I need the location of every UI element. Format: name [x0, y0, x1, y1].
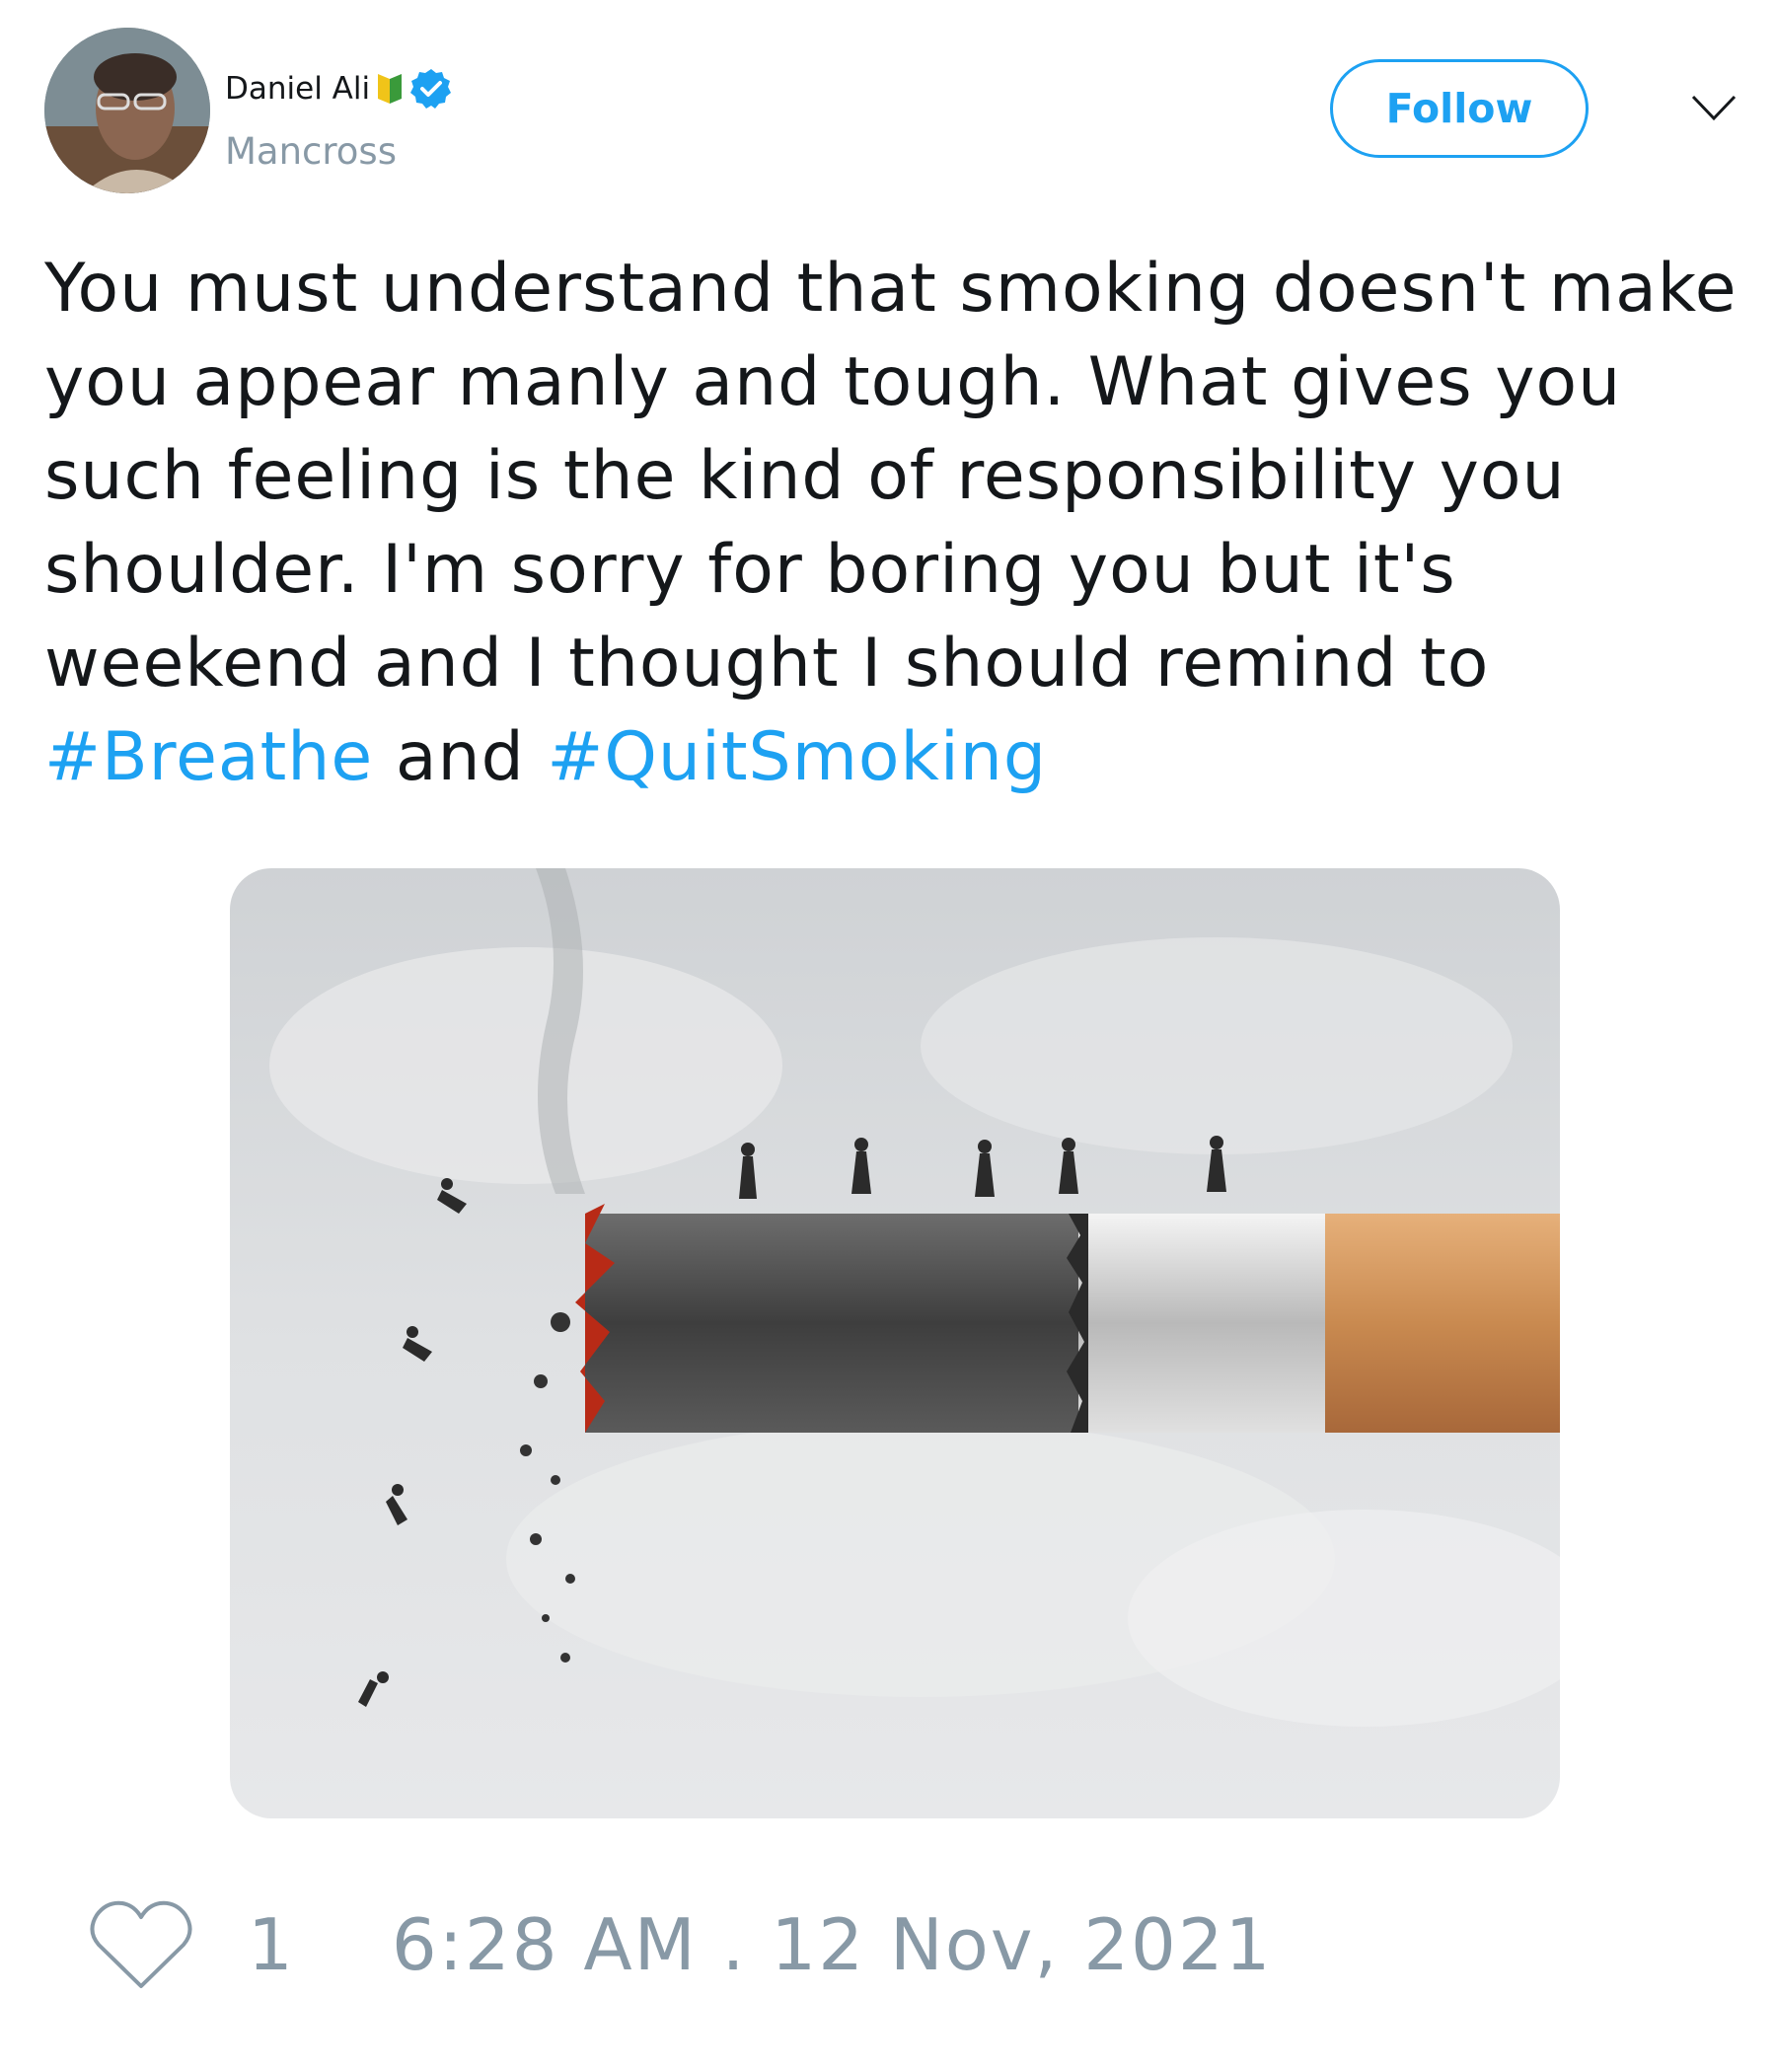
author-handle[interactable]: Mancross — [225, 130, 397, 173]
follow-button[interactable]: Follow — [1330, 59, 1589, 158]
like-count: 1 — [248, 1903, 293, 1986]
avatar[interactable] — [44, 28, 210, 193]
flag-badge-icon — [378, 74, 403, 104]
tweet-text-fragment: and — [373, 718, 548, 796]
hashtag-link[interactable]: #Breathe — [44, 718, 373, 796]
tweet-footer: 1 6:28 AM . 12 Nov, 2021 — [89, 1899, 1272, 1990]
verified-badge-icon — [410, 69, 452, 109]
tweet-text-line: You must understand that smoking doesn't… — [44, 250, 1738, 328]
tweet-text-line: shoulder. I'm sorry for boring you but i… — [44, 531, 1456, 609]
heart-icon[interactable] — [89, 1899, 193, 1990]
tweet-text-line: weekend and I thought I should remind to — [44, 625, 1490, 703]
cigarette-illustration — [230, 868, 1560, 1818]
tweet-timestamp[interactable]: 6:28 AM . 12 Nov, 2021 — [392, 1903, 1273, 1986]
tweet-text-line: #Breathe and #QuitSmoking — [44, 710, 1741, 804]
chevron-down-icon[interactable] — [1689, 91, 1739, 126]
tweet-media-image[interactable] — [230, 868, 1560, 1818]
author-display-name[interactable]: Daniel Ali — [225, 71, 370, 107]
tweet-text-line: such feeling is the kind of responsibili… — [44, 437, 1566, 515]
author-name-row[interactable]: Daniel Ali — [225, 67, 453, 111]
avatar-photo — [44, 28, 210, 193]
tweet-text: You must understand that smoking doesn't… — [44, 242, 1741, 804]
hashtag-link[interactable]: #QuitSmoking — [547, 718, 1047, 796]
tweet-text-line: you appear manly and tough. What gives y… — [44, 343, 1622, 421]
